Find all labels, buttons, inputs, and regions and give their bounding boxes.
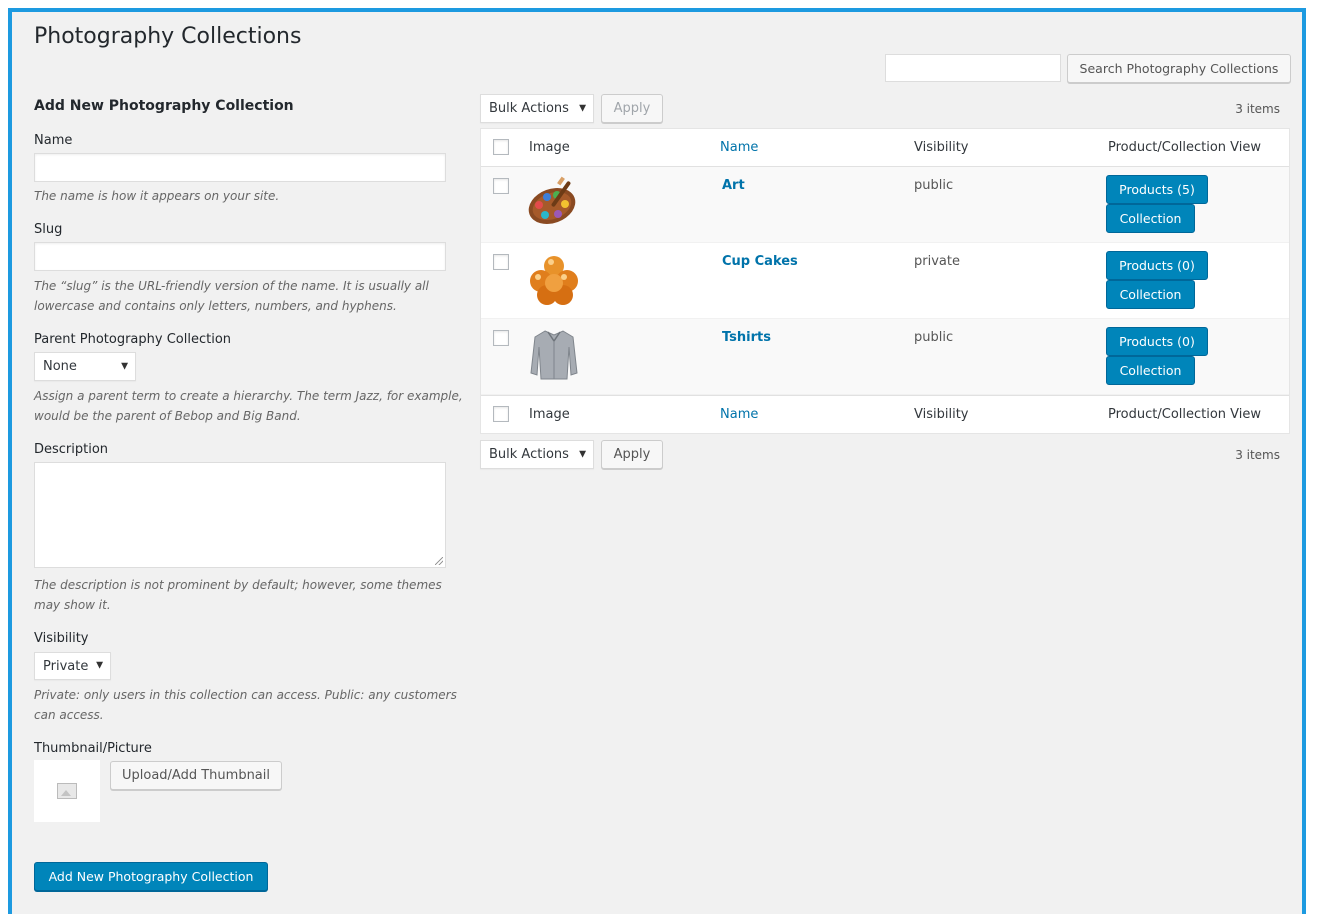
table-row: Tshirts public Products (0) Collection: [481, 319, 1289, 395]
visibility-value: public: [914, 330, 954, 345]
parent-help-line-1: Assign a parent term to create a hierarc…: [34, 389, 463, 403]
bulk-actions-label: Bulk Actions: [489, 101, 569, 116]
chevron-down-icon: ▼: [579, 103, 586, 113]
column-view-footer: Product/Collection View: [1108, 407, 1262, 422]
column-name-sort-footer[interactable]: Name: [720, 407, 758, 422]
column-name-sort[interactable]: Name: [720, 140, 758, 155]
search-input[interactable]: [885, 54, 1061, 82]
column-visibility: Visibility: [914, 140, 969, 155]
apply-button-bottom[interactable]: Apply: [601, 440, 663, 469]
collection-name-link[interactable]: Art: [722, 178, 745, 193]
description-label: Description: [34, 442, 109, 457]
chevron-down-icon: ▼: [96, 660, 103, 671]
name-label: Name: [34, 133, 73, 148]
shirt-icon: [530, 330, 578, 380]
items-count-bottom: 3 items: [1235, 448, 1280, 462]
items-count-top: 3 items: [1235, 102, 1280, 116]
collection-button[interactable]: Collection: [1106, 280, 1195, 309]
visibility-value: private: [914, 254, 960, 269]
select-all-checkbox[interactable]: [493, 139, 509, 155]
visibility-select-value: Private: [43, 658, 89, 674]
slug-field[interactable]: [34, 242, 446, 271]
bulk-actions-label: Bulk Actions: [489, 447, 569, 462]
parent-help-line-2: would be the parent of Bebop and Big Ban…: [34, 409, 301, 423]
slug-label: Slug: [34, 222, 63, 237]
row-checkbox[interactable]: [493, 330, 509, 346]
palette-icon: [528, 176, 576, 224]
collection-name-link[interactable]: Cup Cakes: [722, 254, 798, 269]
chevron-down-icon: ▼: [121, 361, 128, 371]
products-button[interactable]: Products (0): [1106, 327, 1208, 356]
row-checkbox[interactable]: [493, 254, 509, 270]
cupcakes-icon: [530, 256, 578, 305]
visibility-help-line-2: can access.: [34, 708, 104, 722]
bulk-actions-select-bottom[interactable]: Bulk Actions ▼: [480, 440, 594, 469]
description-field[interactable]: [34, 462, 446, 568]
table-footer: Image Name Visibility Product/Collection…: [481, 395, 1289, 433]
visibility-label: Visibility: [34, 631, 89, 646]
page-title: Photography Collections: [34, 24, 302, 49]
thumbnail-label: Thumbnail/Picture: [34, 741, 152, 756]
image-placeholder-icon: [57, 783, 77, 799]
slug-help-line-2: lowercase and contains only letters, num…: [34, 299, 397, 313]
bulk-actions-select-top[interactable]: Bulk Actions ▼: [480, 94, 594, 123]
chevron-down-icon: ▼: [579, 449, 586, 459]
add-collection-button[interactable]: Add New Photography Collection: [34, 862, 268, 891]
name-field[interactable]: [34, 153, 446, 182]
slug-help-line-1: The “slug” is the URL-friendly version o…: [34, 279, 429, 293]
table-row: Art public Products (5) Collection: [481, 167, 1289, 243]
products-button[interactable]: Products (0): [1106, 251, 1208, 280]
column-image: Image: [529, 140, 570, 155]
upload-thumbnail-button[interactable]: Upload/Add Thumbnail: [110, 761, 282, 790]
name-help: The name is how it appears on your site.: [34, 189, 280, 203]
collection-name-link[interactable]: Tshirts: [722, 330, 771, 345]
products-button[interactable]: Products (5): [1106, 175, 1208, 204]
parent-select-value: None: [43, 359, 77, 374]
visibility-value: public: [914, 178, 954, 193]
resize-handle-icon[interactable]: [435, 557, 443, 565]
column-view: Product/Collection View: [1108, 140, 1262, 155]
thumbnail-preview: [34, 760, 100, 822]
select-all-checkbox-footer[interactable]: [493, 406, 509, 422]
apply-button-top[interactable]: Apply: [601, 94, 663, 123]
column-image-footer: Image: [529, 407, 570, 422]
row-checkbox[interactable]: [493, 178, 509, 194]
table-header: Image Name Visibility Product/Collection…: [481, 129, 1289, 167]
search-button[interactable]: Search Photography Collections: [1067, 54, 1291, 83]
description-help-line-2: may show it.: [34, 598, 111, 612]
collection-button[interactable]: Collection: [1106, 204, 1195, 233]
table-row: Cup Cakes private Products (0) Collectio…: [481, 243, 1289, 319]
parent-label: Parent Photography Collection: [34, 332, 232, 347]
description-help-line-1: The description is not prominent by defa…: [34, 578, 442, 592]
visibility-help-line-1: Private: only users in this collection c…: [34, 688, 457, 702]
visibility-select[interactable]: Private ▼: [34, 652, 111, 680]
collection-button[interactable]: Collection: [1106, 356, 1195, 385]
collections-table: Image Name Visibility Product/Collection…: [480, 128, 1290, 434]
parent-select[interactable]: None ▼: [34, 352, 136, 381]
form-title: Add New Photography Collection: [34, 98, 294, 114]
column-visibility-footer: Visibility: [914, 407, 969, 422]
admin-frame: Photography Collections Search Photograp…: [8, 8, 1306, 914]
